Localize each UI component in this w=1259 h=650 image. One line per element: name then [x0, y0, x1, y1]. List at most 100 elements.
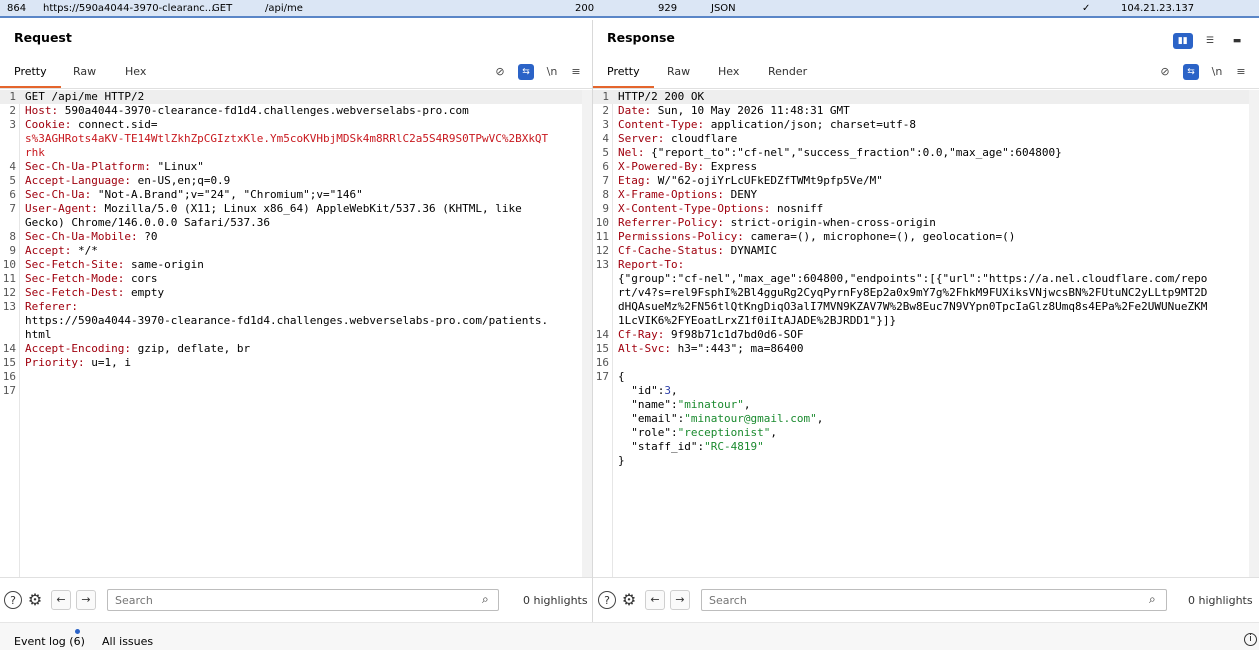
settings-icon[interactable]: ⚙	[26, 591, 44, 609]
response-tab-hex[interactable]: Hex	[704, 58, 753, 88]
line-number: 5	[602, 146, 609, 159]
response-line: 14 Cf-Ray: 9f98b71c1d7bd0d6-SOF	[593, 328, 1249, 342]
hide-nonprintable-icon[interactable]: ⊘	[492, 64, 508, 80]
response-tab-raw[interactable]: Raw	[653, 58, 704, 88]
response-line: dHQAsueMz%2FN56tlQtKngDiqO3alI7MVN9KZAV7…	[593, 300, 1249, 314]
request-scrollbar[interactable]	[582, 90, 592, 578]
show-newlines-button[interactable]: \n	[1209, 64, 1225, 80]
header-name: Server	[618, 132, 658, 145]
search-icon[interactable]: ⌕	[482, 592, 489, 607]
line-number: 1	[9, 90, 16, 103]
header-colon: :	[124, 174, 131, 187]
line-text: Gecko) Chrome/146.0.0.0 Safari/537.36	[25, 216, 271, 229]
response-search-input[interactable]	[701, 589, 1167, 611]
header-name: Referer	[25, 300, 72, 313]
line-number: 4	[9, 160, 16, 173]
header-name: Sec-Fetch-Dest	[25, 286, 118, 299]
line-content: Sec-Ch-Ua: "Not-A.Brand";v="24", "Chromi…	[25, 188, 363, 202]
request-line: 13 Referer:	[0, 300, 582, 314]
line-content: {	[618, 370, 625, 384]
line-number: 6	[602, 160, 609, 173]
help-icon[interactable]: ?	[598, 591, 616, 609]
line-text: https://590a4044-3970-clearance-fd1d4.ch…	[25, 314, 549, 327]
response-line: 1LcVIK6%2FYEoatLrxZ1f0iItAJADE%2BJRDD1"}…	[593, 314, 1249, 328]
line-number: 9	[9, 244, 16, 257]
request-line: 15 Priority: u=1, i	[0, 356, 582, 370]
line-number: 16	[595, 356, 609, 369]
layout-side-by-side-icon[interactable]: ▮▮	[1172, 33, 1193, 49]
response-editor[interactable]: 1 HTTP/2 200 OK 2 Date: Sun, 10 May 2026 11…	[593, 90, 1249, 578]
back-arrow-icon[interactable]: ←	[51, 590, 71, 610]
header-colon: :	[717, 216, 724, 229]
hide-nonprintable-icon[interactable]: ⊘	[1157, 64, 1173, 80]
line-text: {"group":"cf-nel","max_age":604800,"endp…	[618, 272, 1208, 285]
request-line: 6 Sec-Ch-Ua: "Not-A.Brand";v="24", "Chrom…	[0, 188, 582, 202]
line-number: 16	[2, 370, 16, 383]
line-number: 8	[9, 230, 16, 243]
header-value: same-origin	[124, 258, 204, 271]
layout-stacked-icon[interactable]: ☰	[1200, 33, 1220, 49]
header-colon: :	[737, 230, 744, 243]
menu-icon[interactable]: ≡	[568, 64, 584, 80]
header-value: Express	[704, 160, 758, 173]
line-content: s%3AGHRots4aKV-TE14WtlZkhZpCGIztxKle.Ym5…	[25, 132, 548, 146]
request-tab-hex[interactable]: Hex	[111, 58, 160, 88]
line-number: 7	[602, 174, 609, 187]
forward-arrow-icon[interactable]: →	[670, 590, 690, 610]
line-number: 10	[2, 258, 16, 271]
wrap-lines-icon[interactable]: ⇆	[1183, 64, 1199, 80]
response-tab-pretty[interactable]: Pretty	[593, 58, 654, 88]
request-line: rhk	[0, 146, 582, 160]
search-icon[interactable]: ⌕	[1149, 592, 1156, 607]
history-id: 864	[7, 3, 27, 14]
all-issues-link[interactable]: All issues	[102, 635, 153, 648]
header-name: Cf-Cache-Status	[618, 244, 718, 257]
line-content: "name":"minatour",	[618, 398, 750, 412]
line-content: }	[618, 454, 625, 468]
header-value: cors	[124, 272, 158, 285]
header-colon: :	[71, 300, 78, 313]
request-editor[interactable]: 1 GET /api/me HTTP/2 2 Host: 590a4044-3970-…	[0, 90, 582, 578]
menu-icon[interactable]: ≡	[1233, 64, 1249, 80]
response-scrollbar[interactable]	[1249, 90, 1259, 578]
header-colon: :	[91, 202, 98, 215]
request-search-input[interactable]	[107, 589, 499, 611]
request-tab-pretty[interactable]: Pretty	[0, 58, 61, 88]
cookie-value: s%3AGHRots4aKV-TE14WtlZkhZpCGIztxKle.Ym5…	[25, 132, 549, 145]
line-content: Sec-Fetch-Site: same-origin	[25, 258, 204, 272]
line-content: User-Agent: Mozilla/5.0 (X11; Linux x86_…	[25, 202, 522, 216]
line-text: }	[618, 454, 625, 467]
line-content: Nel: {"report_to":"cf-nel","success_frac…	[618, 146, 1062, 160]
show-newlines-button[interactable]: \n	[544, 64, 560, 80]
header-name: Cf-Ray	[618, 328, 658, 341]
header-colon: :	[124, 342, 131, 355]
request-tab-raw[interactable]: Raw	[59, 58, 110, 88]
header-value: DYNAMIC	[723, 244, 777, 257]
layout-toggle: ▮▮ ☰ ▬	[1171, 28, 1247, 49]
header-name: Accept-Encoding	[25, 342, 125, 355]
response-line: "name":"minatour",	[593, 398, 1249, 412]
response-line: rt/v4?s=rel9FsphI%2Bl4gguRg2CyqPyrnFy8Ep…	[593, 286, 1249, 300]
layout-single-icon[interactable]: ▬	[1227, 33, 1247, 49]
line-number: 12	[595, 244, 609, 257]
line-content: Host: 590a4044-3970-clearance-fd1d4.chal…	[25, 104, 469, 118]
forward-arrow-icon[interactable]: →	[76, 590, 96, 610]
help-icon[interactable]: ?	[4, 591, 22, 609]
event-log-link[interactable]: Event log (6)	[14, 635, 85, 648]
header-colon: :	[717, 188, 724, 201]
event-log-unread-dot	[75, 629, 80, 634]
wrap-lines-icon[interactable]: ⇆	[518, 64, 534, 80]
line-content: rt/v4?s=rel9FsphI%2Bl4gguRg2CyqPyrnFy8Ep…	[618, 286, 1207, 300]
header-value: connect.sid=	[71, 118, 158, 131]
history-row-selected[interactable]: 864 https://590a4044-3970-clearanc... GE…	[0, 0, 1259, 18]
header-name: X-Content-Type-Options	[618, 202, 764, 215]
response-line: 16	[593, 356, 1249, 370]
request-line: 12 Sec-Fetch-Dest: empty	[0, 286, 582, 300]
line-number: 2	[9, 104, 16, 117]
header-name: Accept-Language	[25, 174, 125, 187]
back-arrow-icon[interactable]: ←	[645, 590, 665, 610]
line-content: HTTP/2 200 OK	[618, 90, 704, 104]
info-icon[interactable]: i	[1244, 633, 1257, 646]
response-tab-render[interactable]: Render	[754, 58, 821, 88]
settings-icon[interactable]: ⚙	[620, 591, 638, 609]
